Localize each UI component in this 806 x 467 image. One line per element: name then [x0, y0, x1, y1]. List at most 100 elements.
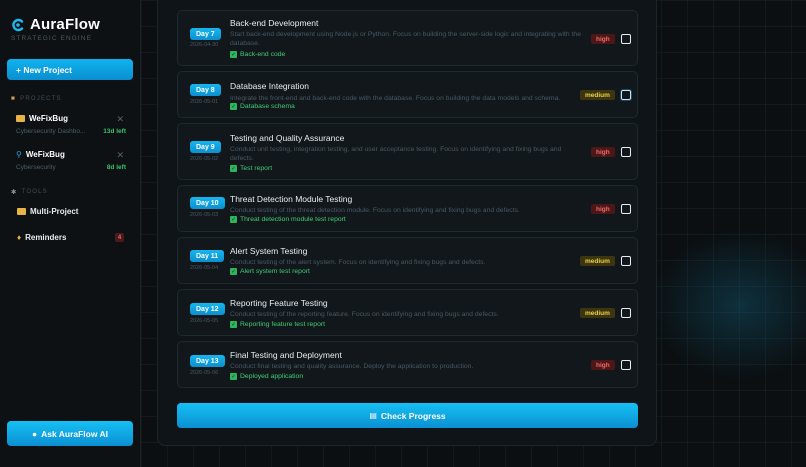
- task-title: Final Testing and Deployment: [230, 350, 342, 360]
- checkmark-icon: ✓: [230, 51, 237, 58]
- tool-multi-project[interactable]: Multi-Project: [17, 207, 78, 216]
- task-card: Day 10 2026-05-03 Threat Detection Modul…: [177, 185, 638, 232]
- chart-icon: ▤: [369, 411, 377, 420]
- task-card: Day 11 2026-05-04 Alert System Testing C…: [177, 237, 638, 284]
- deliverable-label: Reporting feature test report: [240, 321, 326, 328]
- check-progress-label: Check Progress: [380, 410, 446, 421]
- task-deliverable: ✓ Threat detection module test report: [230, 216, 346, 223]
- task-card: Day 12 2026-05-05 Reporting Feature Test…: [177, 289, 638, 336]
- task-card: Day 9 2026-05-02 Testing and Quality Ass…: [177, 123, 638, 180]
- task-title: Alert System Testing: [230, 246, 308, 256]
- priority-badge: medium: [580, 256, 615, 266]
- chat-icon: ●: [31, 428, 38, 439]
- tools-section-label: ✱ TOOLS: [11, 188, 48, 196]
- task-description: Start back-end development using Node.js…: [230, 31, 581, 47]
- day-badge: Day 8: [190, 84, 221, 96]
- task-description: Conduct testing of the alert system. Foc…: [230, 259, 486, 266]
- projects-label: PROJECTS: [20, 95, 62, 102]
- new-project-button[interactable]: + New Project: [7, 59, 133, 80]
- checkmark-icon: ✓: [230, 373, 237, 380]
- task-title: Threat Detection Module Testing: [230, 194, 353, 204]
- close-icon[interactable]: ✕: [116, 150, 124, 161]
- tool-reminders[interactable]: ♦ Reminders: [17, 233, 66, 242]
- check-progress-button[interactable]: ▤ Check Progress: [177, 403, 638, 428]
- folder-icon: ■: [11, 95, 17, 102]
- task-date: 2026-05-06: [190, 370, 219, 376]
- task-checkbox[interactable]: [621, 256, 631, 266]
- checkmark-icon: ✓: [230, 165, 237, 172]
- project-name: WeFixBug: [29, 114, 68, 123]
- task-card: Day 13 2026-05-06 Final Testing and Depl…: [177, 341, 638, 388]
- main-area: Day 7 2026-04-30 Back-end Development St…: [141, 0, 806, 467]
- project-item[interactable]: ⚲ WeFixBug ✕ Cybersecurity 8d left: [16, 150, 126, 171]
- brand-subtitle: STRATEGIC ENGINE: [11, 35, 93, 42]
- task-deliverable: ✓ Deployed application: [230, 373, 303, 380]
- task-description: Integrate the front-end and back-end cod…: [230, 95, 561, 102]
- task-description: Conduct testing of the reporting feature…: [230, 311, 499, 318]
- task-deliverable: ✓ Back-end code: [230, 51, 285, 58]
- project-name: WeFixBug: [25, 150, 65, 159]
- day-badge: Day 11: [190, 250, 225, 262]
- deliverable-label: Deployed application: [240, 373, 304, 380]
- close-icon[interactable]: ✕: [116, 114, 124, 125]
- folder-icon: [17, 208, 26, 215]
- task-date: 2026-05-05: [190, 318, 219, 324]
- priority-badge: high: [591, 34, 615, 44]
- task-date: 2026-05-04: [190, 265, 219, 271]
- task-deliverable: ✓ Alert system test report: [230, 268, 310, 275]
- project-days-left: 8d left: [106, 164, 126, 171]
- tool-label: Reminders: [25, 233, 67, 242]
- background-glow: [651, 230, 806, 380]
- day-badge: Day 12: [190, 303, 225, 315]
- task-date: 2026-04-30: [190, 42, 219, 48]
- task-title: Testing and Quality Assurance: [230, 133, 345, 143]
- task-description: Conduct testing of the threat detection …: [230, 207, 520, 214]
- task-checkbox[interactable]: [621, 308, 631, 318]
- task-card: Day 7 2026-04-30 Back-end Development St…: [177, 10, 638, 66]
- priority-badge: high: [591, 360, 615, 370]
- projects-section-label: ■ PROJECTS: [11, 95, 62, 102]
- deliverable-label: Database schema: [240, 103, 295, 110]
- task-title: Database Integration: [230, 81, 309, 91]
- task-date: 2026-05-03: [190, 212, 219, 218]
- ask-ai-button[interactable]: ● Ask AuraFlow AI: [7, 421, 133, 446]
- project-item[interactable]: WeFixBug ✕ Cybersecurity Dashbo... 13d l…: [16, 114, 126, 135]
- task-checkbox[interactable]: [621, 147, 631, 157]
- task-deliverable: ✓ Database schema: [230, 103, 295, 110]
- task-checkbox[interactable]: [621, 204, 631, 214]
- day-badge: Day 7: [190, 28, 221, 40]
- ask-ai-label: Ask AuraFlow AI: [41, 428, 109, 439]
- brand-name: AuraFlow: [30, 16, 100, 33]
- project-subtitle: Cybersecurity: [16, 164, 56, 171]
- priority-badge: high: [591, 204, 615, 214]
- deliverable-label: Test report: [240, 165, 273, 172]
- task-checkbox[interactable]: [621, 90, 631, 100]
- checkmark-icon: ✓: [230, 321, 237, 328]
- project-days-left: 13d left: [103, 128, 126, 135]
- auraflow-logo-icon: [12, 18, 24, 31]
- deliverable-label: Alert system test report: [240, 268, 310, 275]
- task-checkbox[interactable]: [621, 34, 631, 44]
- tools-label: TOOLS: [21, 189, 48, 195]
- sidebar: AuraFlow STRATEGIC ENGINE + New Project …: [0, 0, 141, 467]
- task-description: Conduct unit testing, integration testin…: [230, 146, 562, 162]
- task-date: 2026-05-01: [190, 99, 219, 105]
- task-checkbox[interactable]: [621, 360, 631, 370]
- tool-label: Multi-Project: [30, 207, 79, 216]
- day-badge: Day 9: [190, 141, 221, 153]
- search-icon: ⚲: [16, 150, 22, 159]
- priority-badge: medium: [580, 90, 615, 100]
- task-deliverable: ✓ Reporting feature test report: [230, 321, 325, 328]
- task-date: 2026-05-02: [190, 156, 219, 162]
- checkmark-icon: ✓: [230, 268, 237, 275]
- task-title: Reporting Feature Testing: [230, 298, 328, 308]
- task-deliverable: ✓ Test report: [230, 165, 272, 172]
- brand[interactable]: AuraFlow: [11, 16, 100, 33]
- bell-icon: ♦: [17, 233, 22, 242]
- day-badge: Day 10: [190, 197, 225, 209]
- priority-badge: high: [591, 147, 615, 157]
- checkmark-icon: ✓: [230, 216, 237, 223]
- task-title: Back-end Development: [230, 18, 319, 28]
- task-description: Conduct final testing and quality assura…: [230, 363, 474, 370]
- task-card: Day 8 2026-05-01 Database Integration In…: [177, 71, 638, 118]
